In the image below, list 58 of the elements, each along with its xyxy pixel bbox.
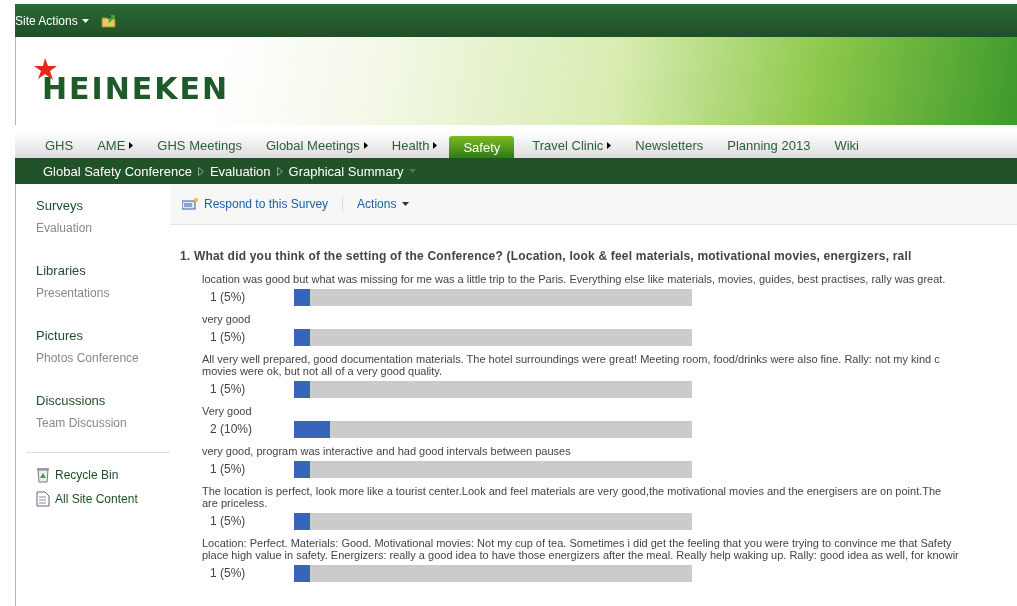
sidebar-heading[interactable]: Pictures xyxy=(16,328,170,343)
answer-count: 1 (5%) xyxy=(209,462,247,476)
caret-icon xyxy=(402,202,410,206)
answer-text: movies were ok, but not all of a very good quality. xyxy=(202,365,444,377)
answer-text: The location is perfect, look more like a tourist center.Look and feel materials are very good,the motivational movies and the energisers are on point.The xyxy=(202,485,943,497)
nav-tab[interactable]: AME xyxy=(85,132,146,158)
site-actions-menu[interactable]: Site Actions xyxy=(15,13,89,28)
arrow-right-icon xyxy=(129,141,134,149)
answer-count: 1 (5%) xyxy=(209,566,247,580)
recycle-bin-icon xyxy=(36,467,50,483)
nav-tab[interactable]: Global Meetings xyxy=(253,132,380,158)
answer-text: very good xyxy=(202,313,252,325)
nav-tab[interactable]: Wiki xyxy=(822,132,871,158)
answer-count: 2 (10%) xyxy=(209,422,254,436)
answer-text: place high value in safety. Energizers: really a good idea to have those energizers after the meal. Really help waking up. Rally: good idea as well, for knowir xyxy=(202,549,960,561)
document-icon xyxy=(36,491,50,507)
nav-tab[interactable]: GHS xyxy=(33,132,86,158)
answer-count: 1 (5%) xyxy=(209,514,247,528)
answer-text: Location: Perfect. Materials: Good. Motivational movies: Not my cup of tea. Sometimes i did get the feeling that you were trying to convince me that Safety xyxy=(202,537,953,549)
answer-text: very good, program was interactive and had good intervals between pauses xyxy=(202,445,572,457)
caret-icon xyxy=(409,169,417,173)
breadcrumb-link[interactable]: Global Safety Conference xyxy=(43,163,192,179)
folder-arrow-icon[interactable] xyxy=(100,13,117,28)
sidebar-item[interactable]: Presentations xyxy=(16,286,170,300)
arrow-right-icon xyxy=(276,166,283,176)
sidebar-item[interactable]: Evaluation xyxy=(16,221,170,235)
sidebar-heading[interactable]: Surveys xyxy=(16,198,170,213)
answer-text: are priceless. xyxy=(202,497,269,509)
answer-text: Very good xyxy=(202,405,253,417)
survey-icon xyxy=(182,198,198,210)
question-title: 1. What did you think of the setting of the Conference? (Location, look & feel materials, motivational movies, energizers, rall xyxy=(180,249,913,263)
nav-tab[interactable]: GHS Meetings xyxy=(145,132,254,158)
answer-count: 1 (5%) xyxy=(209,330,247,344)
arrow-right-icon xyxy=(363,141,368,149)
caret-icon xyxy=(81,18,89,23)
respond-link[interactable]: Respond to this Survey xyxy=(182,197,329,211)
nav-tab[interactable]: Newsletters xyxy=(623,132,716,158)
answer-count: 1 (5%) xyxy=(209,382,247,396)
answer-count: 1 (5%) xyxy=(209,290,247,304)
breadcrumb-link[interactable]: Graphical Summary xyxy=(288,163,404,179)
arrow-right-icon xyxy=(433,141,438,149)
nav-tab[interactable]: Safety xyxy=(449,136,515,158)
nav-tab[interactable]: Health xyxy=(379,132,450,158)
answer-text: All very well prepared, good documentation materials. The hotel surroundings were great! Meeting room, food/drinks were also fine. Rally: not my kind c xyxy=(202,353,941,365)
nav-tab[interactable]: Planning 2013 xyxy=(715,132,823,158)
sidebar-item[interactable]: Team Discussion xyxy=(16,416,170,430)
answer-text: location was good but what was missing for me was a little trip to the Paris. Everything else like materials, movies, guides, best practises, rally was great. xyxy=(202,273,947,285)
sidebar-link[interactable]: Recycle Bin xyxy=(16,463,170,487)
actions-menu[interactable]: Actions xyxy=(357,197,410,211)
logo-text: HEINEKEN xyxy=(42,70,230,106)
nav-tab[interactable]: Travel Clinic xyxy=(520,132,624,158)
sidebar-link[interactable]: All Site Content xyxy=(16,487,170,511)
arrow-right-icon xyxy=(197,166,204,176)
sidebar-heading[interactable]: Libraries xyxy=(16,263,170,278)
sidebar-item[interactable]: Photos Conference xyxy=(16,351,170,365)
breadcrumb-link[interactable]: Evaluation xyxy=(209,163,271,179)
arrow-right-icon xyxy=(607,141,612,149)
sidebar-heading[interactable]: Discussions xyxy=(16,393,170,408)
